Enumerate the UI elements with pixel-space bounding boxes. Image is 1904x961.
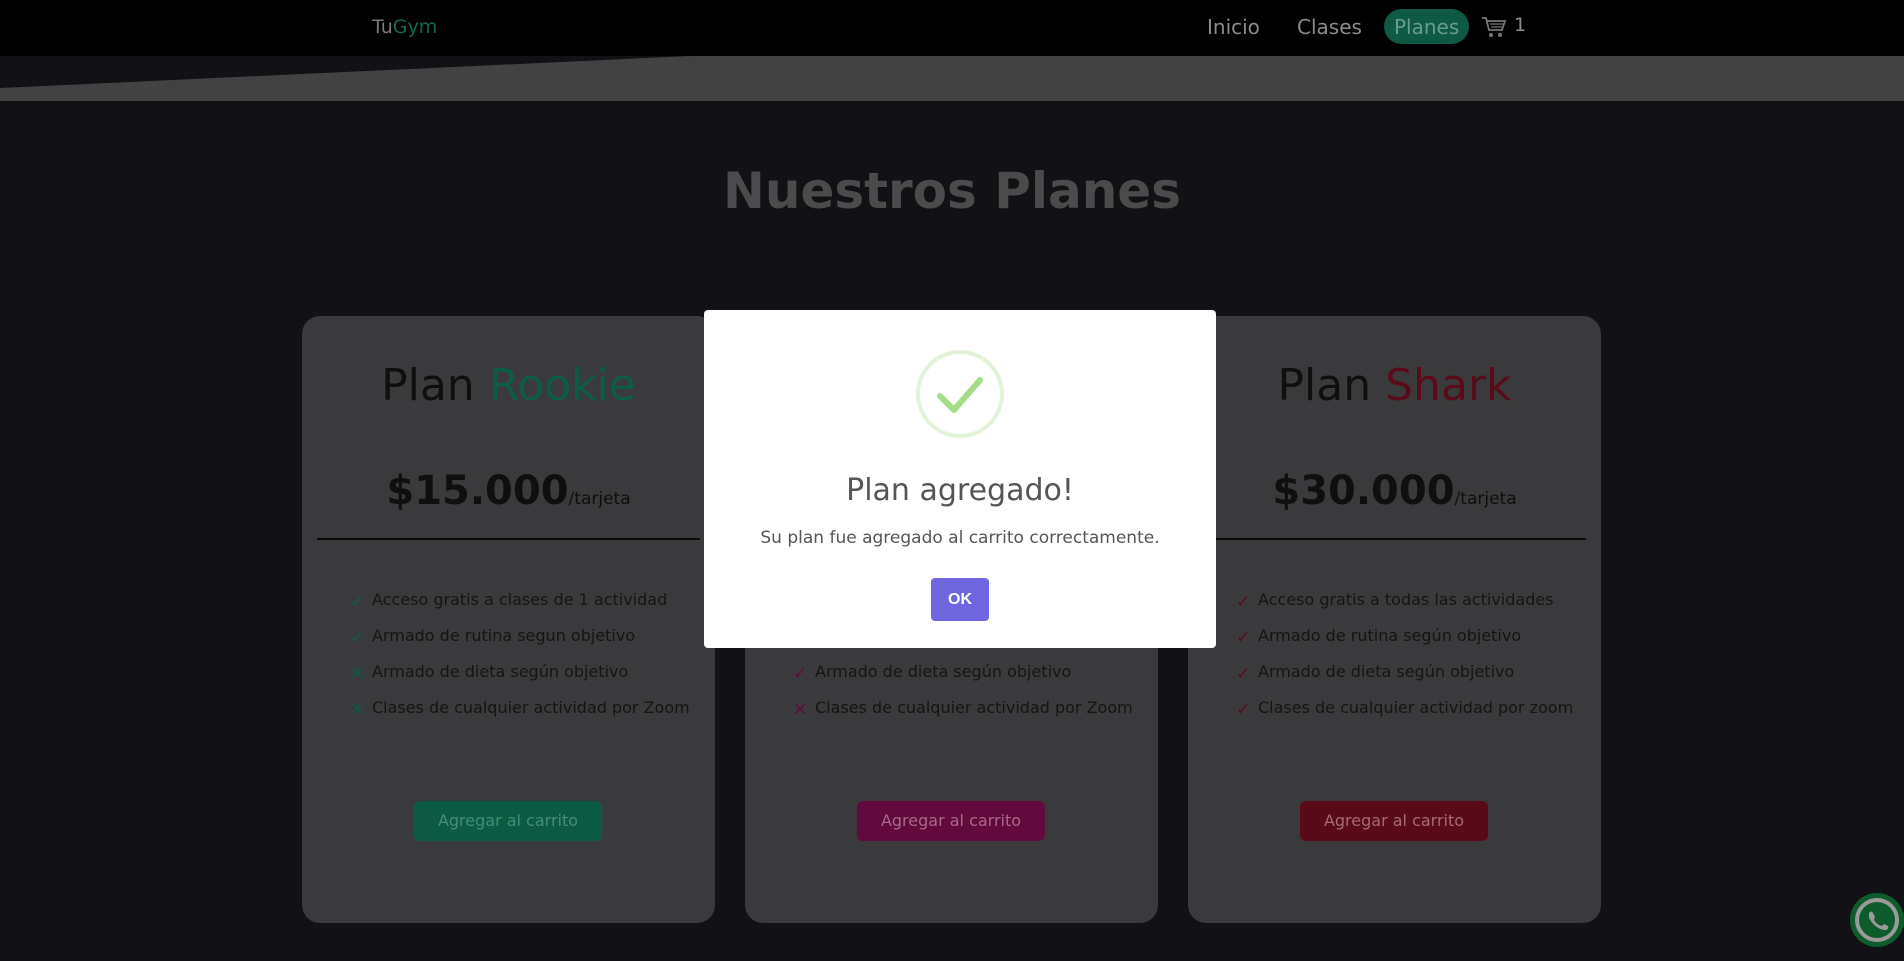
ok-button[interactable]: OK: [931, 578, 989, 621]
dialog-message: Su plan fue agregado al carrito correcta…: [760, 528, 1160, 548]
dialog-title: Plan agregado!: [846, 473, 1074, 508]
success-check-icon: [916, 350, 1004, 438]
success-dialog: Plan agregado! Su plan fue agregado al c…: [704, 310, 1216, 648]
